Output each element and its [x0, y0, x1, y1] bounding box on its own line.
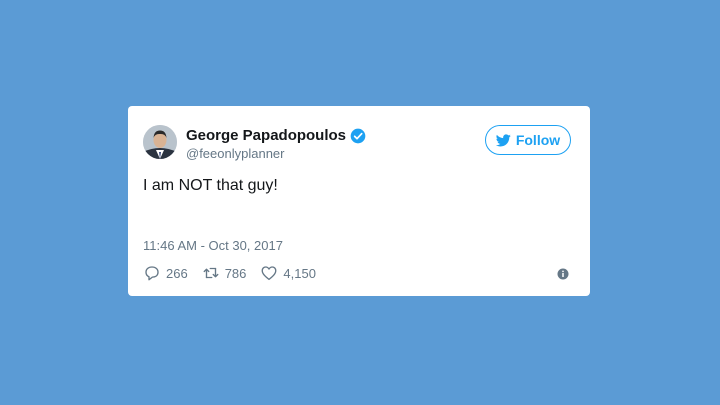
- reply-icon: [145, 266, 159, 281]
- author-handle[interactable]: @feeonlyplanner: [186, 146, 284, 162]
- info-icon[interactable]: [557, 268, 569, 280]
- author-name-row: George Papadopoulos: [186, 127, 366, 144]
- reply-button[interactable]: 266: [143, 264, 188, 282]
- heart-icon: [261, 266, 277, 281]
- tweet-card: George Papadopoulos @feeonlyplanner Foll…: [128, 106, 590, 296]
- retweet-button[interactable]: 786: [202, 264, 247, 282]
- follow-button[interactable]: Follow: [485, 125, 571, 155]
- avatar[interactable]: [143, 125, 177, 159]
- tweet-text: I am NOT that guy!: [143, 177, 278, 194]
- author-display-name[interactable]: George Papadopoulos: [186, 127, 346, 144]
- retweet-icon: [203, 267, 219, 279]
- retweet-count: 786: [224, 265, 247, 281]
- tweet-timestamp[interactable]: 11:46 AM - Oct 30, 2017: [143, 238, 283, 254]
- like-button[interactable]: 4,150: [260, 264, 316, 282]
- follow-button-label: Follow: [515, 132, 561, 148]
- reply-count: 266: [166, 265, 188, 281]
- tweet-actions: 266 786 4,150: [143, 264, 330, 282]
- twitter-bird-icon: [495, 133, 511, 146]
- like-count: 4,150: [283, 265, 316, 281]
- verified-badge-icon: [350, 128, 366, 143]
